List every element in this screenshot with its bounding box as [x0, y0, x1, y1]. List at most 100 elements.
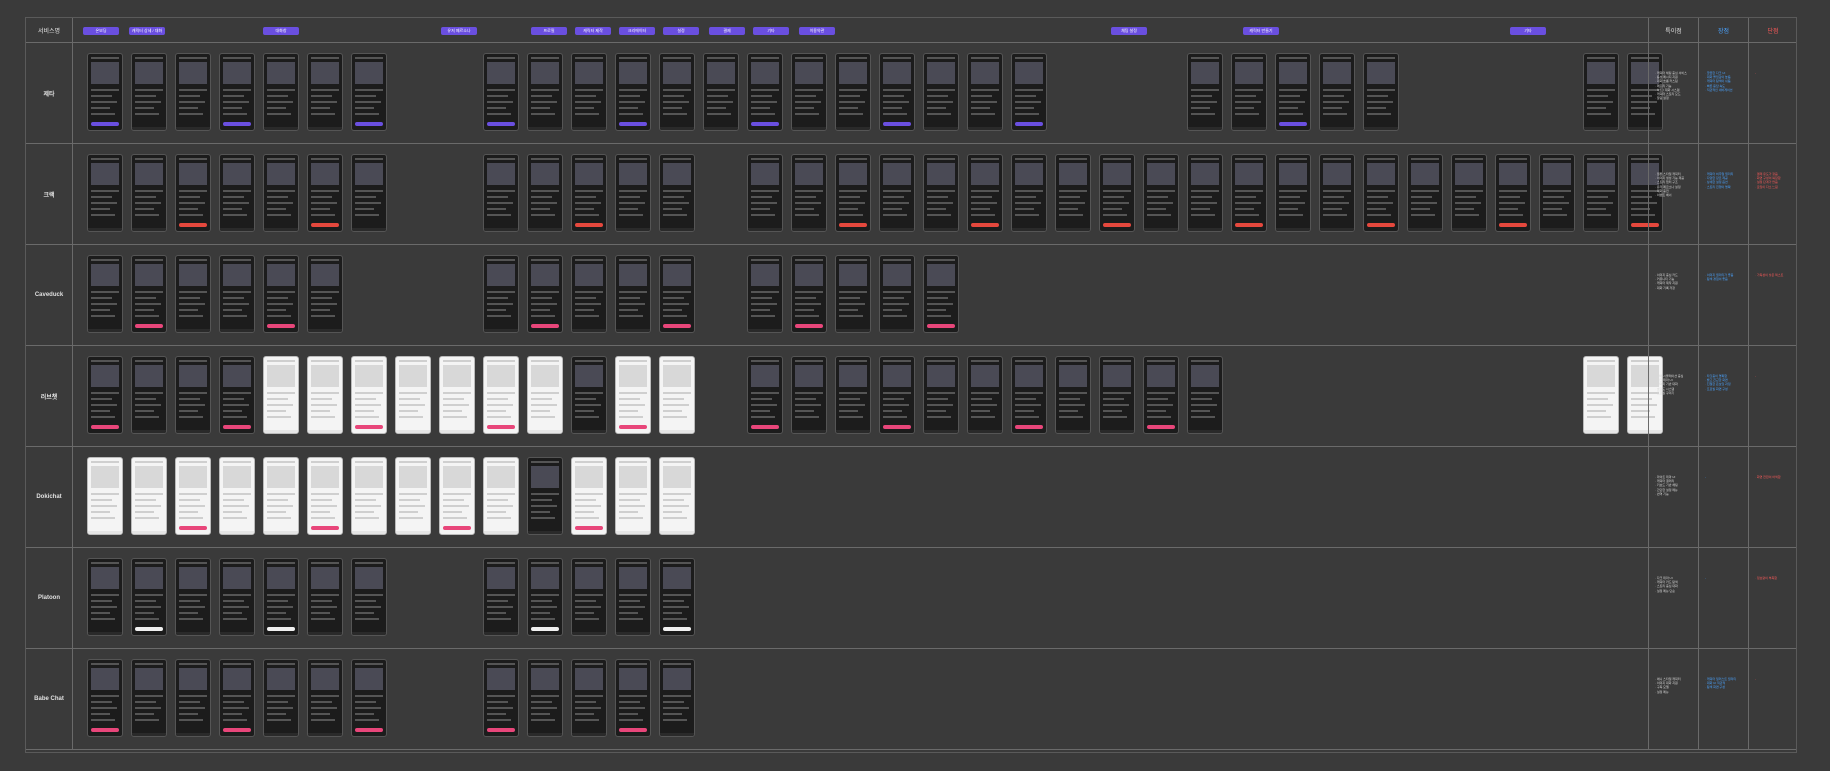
app-screenshot-thumbnail[interactable]	[87, 659, 123, 737]
app-screenshot-thumbnail[interactable]	[1187, 154, 1223, 232]
app-screenshot-thumbnail[interactable]	[527, 457, 563, 535]
app-screenshot-thumbnail[interactable]	[1583, 356, 1619, 434]
app-screenshot-thumbnail[interactable]	[791, 356, 827, 434]
app-screenshot-thumbnail[interactable]	[307, 659, 343, 737]
app-screenshot-thumbnail[interactable]	[131, 356, 167, 434]
app-screenshot-thumbnail[interactable]	[1583, 154, 1619, 232]
tag-misc[interactable]: 기타	[1510, 27, 1546, 35]
app-screenshot-thumbnail[interactable]	[527, 53, 563, 131]
tag-profile[interactable]: 프로필	[531, 27, 567, 35]
app-screenshot-thumbnail[interactable]	[659, 53, 695, 131]
app-screenshot-thumbnail[interactable]	[747, 255, 783, 333]
app-screenshot-thumbnail[interactable]	[307, 154, 343, 232]
app-screenshot-thumbnail[interactable]	[659, 154, 695, 232]
app-screenshot-thumbnail[interactable]	[219, 154, 255, 232]
app-screenshot-thumbnail[interactable]	[1187, 53, 1223, 131]
app-screenshot-thumbnail[interactable]	[263, 659, 299, 737]
app-screenshot-thumbnail[interactable]	[87, 154, 123, 232]
app-screenshot-thumbnail[interactable]	[87, 457, 123, 535]
app-screenshot-thumbnail[interactable]	[1055, 154, 1091, 232]
app-screenshot-thumbnail[interactable]	[483, 154, 519, 232]
app-screenshot-thumbnail[interactable]	[219, 356, 255, 434]
app-screenshot-thumbnail[interactable]	[483, 255, 519, 333]
tag-make-character[interactable]: 캐릭터 만들기	[1243, 27, 1279, 35]
app-screenshot-thumbnail[interactable]	[1143, 356, 1179, 434]
app-screenshot-thumbnail[interactable]	[747, 356, 783, 434]
app-screenshot-thumbnail[interactable]	[791, 154, 827, 232]
app-screenshot-thumbnail[interactable]	[571, 154, 607, 232]
app-screenshot-thumbnail[interactable]	[351, 53, 387, 131]
tag-chat-settings[interactable]: 채팅 설정	[1111, 27, 1147, 35]
app-screenshot-thumbnail[interactable]	[747, 154, 783, 232]
app-screenshot-thumbnail[interactable]	[131, 457, 167, 535]
tag-character-create[interactable]: 캐릭터 제작	[575, 27, 611, 35]
app-screenshot-thumbnail[interactable]	[571, 558, 607, 636]
app-screenshot-thumbnail[interactable]	[263, 558, 299, 636]
app-screenshot-thumbnail[interactable]	[351, 154, 387, 232]
app-screenshot-thumbnail[interactable]	[835, 53, 871, 131]
app-screenshot-thumbnail[interactable]	[967, 154, 1003, 232]
app-screenshot-thumbnail[interactable]	[1231, 53, 1267, 131]
app-screenshot-thumbnail[interactable]	[835, 356, 871, 434]
app-screenshot-thumbnail[interactable]	[263, 53, 299, 131]
app-screenshot-thumbnail[interactable]	[175, 53, 211, 131]
app-screenshot-thumbnail[interactable]	[87, 53, 123, 131]
app-screenshot-thumbnail[interactable]	[879, 356, 915, 434]
app-screenshot-thumbnail[interactable]	[175, 255, 211, 333]
app-screenshot-thumbnail[interactable]	[923, 356, 959, 434]
app-screenshot-thumbnail[interactable]	[131, 558, 167, 636]
app-screenshot-thumbnail[interactable]	[571, 53, 607, 131]
app-screenshot-thumbnail[interactable]	[307, 255, 343, 333]
app-screenshot-thumbnail[interactable]	[659, 558, 695, 636]
tag-payment[interactable]: 결제	[709, 27, 745, 35]
app-screenshot-thumbnail[interactable]	[87, 558, 123, 636]
app-screenshot-thumbnail[interactable]	[131, 53, 167, 131]
app-screenshot-thumbnail[interactable]	[351, 356, 387, 434]
app-screenshot-thumbnail[interactable]	[219, 53, 255, 131]
tag-chat-room[interactable]: 대화창	[263, 27, 299, 35]
app-screenshot-thumbnail[interactable]	[615, 53, 651, 131]
app-screenshot-thumbnail[interactable]	[1275, 53, 1311, 131]
app-screenshot-thumbnail[interactable]	[527, 356, 563, 434]
app-screenshot-thumbnail[interactable]	[175, 558, 211, 636]
tag-settings[interactable]: 설정	[663, 27, 699, 35]
app-screenshot-thumbnail[interactable]	[263, 356, 299, 434]
app-screenshot-thumbnail[interactable]	[571, 659, 607, 737]
app-screenshot-thumbnail[interactable]	[1011, 154, 1047, 232]
app-screenshot-thumbnail[interactable]	[923, 154, 959, 232]
app-screenshot-thumbnail[interactable]	[263, 154, 299, 232]
app-screenshot-thumbnail[interactable]	[615, 659, 651, 737]
app-screenshot-thumbnail[interactable]	[791, 255, 827, 333]
app-screenshot-thumbnail[interactable]	[527, 558, 563, 636]
app-screenshot-thumbnail[interactable]	[659, 659, 695, 737]
tag-character-detail[interactable]: 캐릭터 상세 / 대화	[129, 27, 165, 35]
app-screenshot-thumbnail[interactable]	[175, 356, 211, 434]
app-screenshot-thumbnail[interactable]	[527, 659, 563, 737]
app-screenshot-thumbnail[interactable]	[1407, 154, 1443, 232]
app-screenshot-thumbnail[interactable]	[1055, 356, 1091, 434]
app-screenshot-thumbnail[interactable]	[175, 457, 211, 535]
app-screenshot-thumbnail[interactable]	[527, 154, 563, 232]
app-screenshot-thumbnail[interactable]	[483, 53, 519, 131]
app-screenshot-thumbnail[interactable]	[879, 154, 915, 232]
app-screenshot-thumbnail[interactable]	[219, 558, 255, 636]
app-screenshot-thumbnail[interactable]	[87, 356, 123, 434]
tag-creator[interactable]: 크리에이터	[619, 27, 655, 35]
app-screenshot-thumbnail[interactable]	[879, 53, 915, 131]
app-screenshot-thumbnail[interactable]	[395, 356, 431, 434]
app-screenshot-thumbnail[interactable]	[1451, 154, 1487, 232]
app-screenshot-thumbnail[interactable]	[571, 255, 607, 333]
app-screenshot-thumbnail[interactable]	[615, 255, 651, 333]
app-screenshot-thumbnail[interactable]	[1539, 154, 1575, 232]
app-screenshot-thumbnail[interactable]	[1319, 154, 1355, 232]
app-screenshot-thumbnail[interactable]	[1363, 154, 1399, 232]
app-screenshot-thumbnail[interactable]	[1187, 356, 1223, 434]
app-screenshot-thumbnail[interactable]	[483, 659, 519, 737]
app-screenshot-thumbnail[interactable]	[527, 255, 563, 333]
app-screenshot-thumbnail[interactable]	[131, 154, 167, 232]
app-screenshot-thumbnail[interactable]	[615, 457, 651, 535]
app-screenshot-thumbnail[interactable]	[791, 53, 827, 131]
app-screenshot-thumbnail[interactable]	[351, 457, 387, 535]
app-screenshot-thumbnail[interactable]	[219, 659, 255, 737]
app-screenshot-thumbnail[interactable]	[307, 457, 343, 535]
